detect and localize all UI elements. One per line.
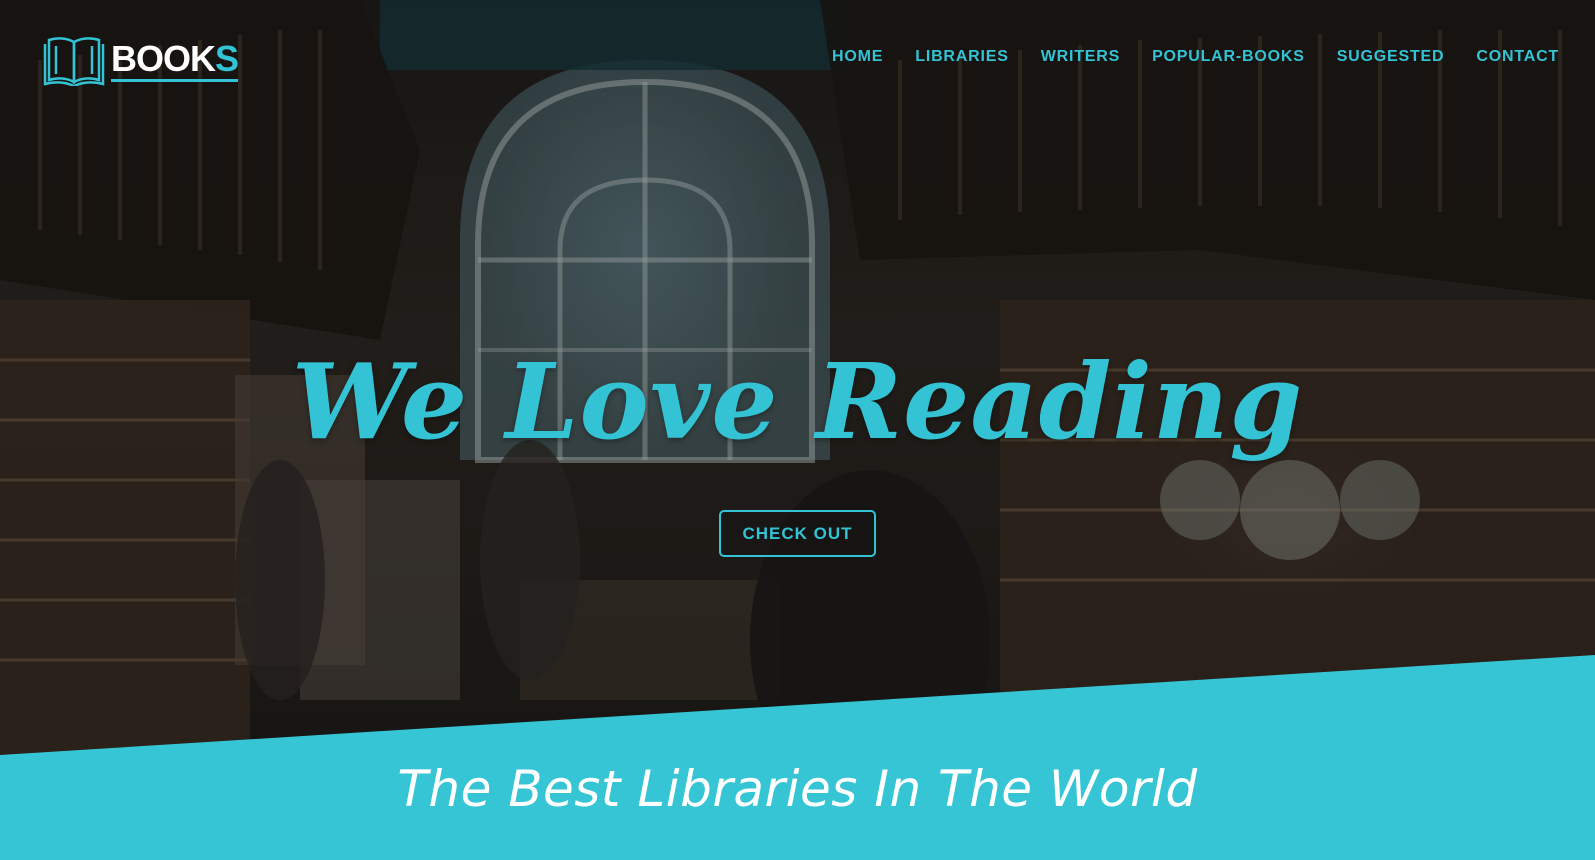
hero-headline: We Love Reading xyxy=(291,340,1304,463)
nav-item-contact[interactable]: CONTACT xyxy=(1476,48,1559,66)
open-book-icon xyxy=(43,37,105,86)
site-logo[interactable]: BOOKS xyxy=(43,34,239,86)
section-title: The Best Libraries In The World xyxy=(397,760,1198,818)
nav-item-writers[interactable]: WRITERS xyxy=(1041,48,1120,66)
nav-item-libraries[interactable]: LIBRARIES xyxy=(915,48,1008,66)
logo-text-main: BOOK xyxy=(111,37,216,79)
nav-item-popular-books[interactable]: POPULAR-BOOKS xyxy=(1152,48,1305,66)
nav-item-suggested[interactable]: SUGGESTED xyxy=(1337,48,1445,66)
logo-text-accent: S xyxy=(215,37,239,79)
main-navigation: HOME LIBRARIES WRITERS POPULAR-BOOKS SUG… xyxy=(832,48,1559,66)
logo-text: BOOKS xyxy=(111,37,239,82)
nav-item-home[interactable]: HOME xyxy=(832,48,883,66)
check-out-button[interactable]: CHECK OUT xyxy=(719,510,876,557)
page: BOOKS HOME LIBRARIES WRITERS POPULAR-BOO… xyxy=(0,0,1595,860)
